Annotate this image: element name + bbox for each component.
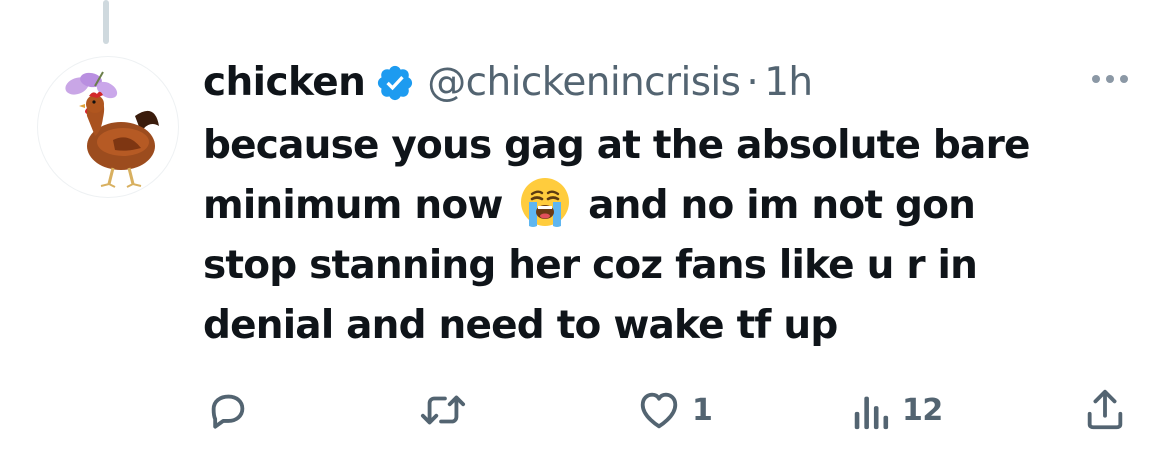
tweet-text-line-1: because yous gag at the absolute bare [203,123,1030,168]
tweet-header: chicken @chickenincrisis · 1h [203,58,813,108]
views-icon [854,396,889,430]
header-separator: · [746,60,759,105]
share-icon [1087,389,1123,430]
tweet-text: because yous gag at the absolute bare mi… [203,116,1143,356]
thread-connector-line [103,0,109,44]
chicken-avatar-image [65,71,159,188]
user-handle[interactable]: @chickenincrisis [427,58,741,108]
tweet-text-segment: minimum now [203,183,503,228]
retweet-button[interactable] [418,382,478,438]
tweet-text-line-4: denial and need to wake tf up [203,303,838,348]
display-name[interactable]: chicken [203,58,366,108]
avatar[interactable] [37,56,179,198]
tweet-text-line-3: stop stanning her coz fans like u r in [203,243,978,288]
like-count: 1 [692,392,713,428]
reply-icon [211,394,245,429]
heart-icon [640,392,678,429]
tweet-text-line-2: minimum now and no im not gon [203,176,1143,236]
retweet-icon [420,395,466,425]
views-count: 12 [902,392,943,428]
more-options-icon[interactable] [1080,64,1140,94]
timestamp[interactable]: 1h [764,58,813,108]
views-button[interactable]: 12 [852,382,943,438]
tweet-text-segment: and no im not gon [588,183,976,228]
like-button[interactable]: 1 [636,382,713,438]
loudly-crying-face-emoji-icon [519,176,571,228]
share-button[interactable] [1082,382,1138,438]
reply-button[interactable] [205,382,261,438]
verified-badge-icon[interactable] [375,63,415,103]
tweet-actions-bar: 1 12 [0,382,1170,438]
